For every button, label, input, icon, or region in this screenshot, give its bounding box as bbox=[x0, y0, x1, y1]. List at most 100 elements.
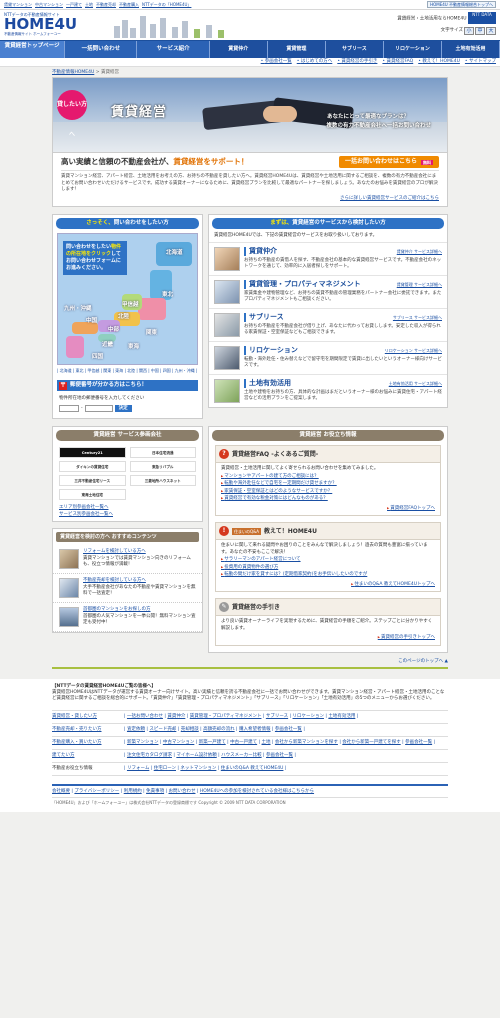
footer-link[interactable]: 土地 bbox=[262, 740, 271, 745]
footer-bottom-link[interactable]: お問い合わせ bbox=[168, 789, 195, 794]
topbar-link[interactable]: 土地 bbox=[85, 2, 93, 7]
member-logo[interactable]: 日本住宅流通 bbox=[129, 447, 196, 459]
footer-link[interactable]: 参画会社一覧 bbox=[405, 740, 432, 745]
topbar-link[interactable]: 不動産売却 bbox=[96, 2, 116, 7]
region-kinki[interactable]: 近畿 bbox=[102, 342, 113, 349]
nav-relocation[interactable]: リロケーション bbox=[383, 41, 442, 58]
nav-bulk-inquiry[interactable]: 一括問い合わせ bbox=[65, 41, 138, 58]
guide-more-link[interactable]: 賃貸経営の手引きトップへ bbox=[378, 635, 435, 640]
faq-link[interactable]: マンションやアパートの建て方のご相談には？ bbox=[221, 473, 435, 481]
service-name[interactable]: リロケーション bbox=[244, 345, 298, 355]
member-logo[interactable]: Century21 bbox=[59, 447, 126, 459]
service-detail-link[interactable]: 賃貸仲介 サービス詳細へ bbox=[397, 249, 442, 254]
content-item[interactable]: 不動産売却を検討している方へ 大手不動産会社があなたの不動産や賃貸マンションを無料… bbox=[53, 574, 202, 604]
footer-link[interactable]: 購入希望者情報 bbox=[239, 727, 271, 732]
home4u-top-link[interactable]: HOME4U 不動産情報総合トップへ bbox=[427, 1, 496, 8]
footer-link[interactable]: サブリース bbox=[266, 714, 288, 719]
footer-row-title[interactable]: 建てたい方 bbox=[52, 753, 124, 759]
footer-bottom-link[interactable]: 会社概要 bbox=[52, 789, 70, 794]
members-by-service-link[interactable]: サービス別参画会社一覧へ bbox=[59, 512, 196, 519]
font-size-small-button[interactable]: 小 bbox=[464, 27, 474, 35]
footer-row-title[interactable]: 賃貸経営・貸したい方 bbox=[52, 714, 124, 720]
footer-link[interactable]: 賃貸管理・プロパティマネジメント bbox=[190, 714, 262, 719]
footer-link[interactable]: 土地有効活用 bbox=[328, 714, 355, 719]
page-top-link[interactable]: このページのトップへ ▲ bbox=[52, 659, 448, 669]
member-logo[interactable]: 三井不動産住宅リース bbox=[59, 475, 126, 487]
service-detail-link[interactable]: 土地有効活用 サービス詳細へ bbox=[389, 381, 442, 386]
region-hokuriku[interactable]: 北陸 bbox=[118, 314, 129, 321]
footer-link[interactable]: 参画会社一覧 bbox=[266, 753, 293, 758]
region-koshinetsu[interactable]: 甲信越 bbox=[122, 302, 139, 309]
footer-link[interactable]: 高額売却の流れ bbox=[203, 727, 235, 732]
footer-row-title[interactable]: 不動産お役立ち情報 bbox=[52, 766, 124, 772]
faq-link[interactable]: 転勤や海外赴任などで自宅を一定期間だけ貸せますか？ bbox=[221, 480, 435, 488]
region-hokkaido[interactable]: 北海道 bbox=[166, 250, 183, 257]
nav-rental-brokerage[interactable]: 賃貸仲介 bbox=[209, 41, 268, 58]
subnav-members[interactable]: 参画会社一覧 bbox=[261, 59, 292, 65]
service-detail-link[interactable]: 賃貸管理 サービス詳細へ bbox=[397, 282, 442, 287]
qa-more-link[interactable]: 住まいのQ&A 教えてHOME4Uトップへ bbox=[351, 582, 435, 587]
member-logo[interactable]: 三菱地所ハウスネット bbox=[129, 475, 196, 487]
zip-code-first-input[interactable] bbox=[59, 405, 79, 413]
member-logo[interactable]: 東急リバブル bbox=[129, 461, 196, 473]
footer-link[interactable]: 注文住宅カタログ請求 bbox=[127, 753, 172, 758]
breadcrumb-home[interactable]: 不動産情報HOME4U bbox=[52, 70, 94, 75]
subnav-beginners[interactable]: はじめての方へ bbox=[297, 59, 333, 65]
footer-link[interactable]: 参画会社一覧 bbox=[275, 727, 302, 732]
logo[interactable]: NTTデータの不動産情報サイト HOME4U 不動産情報サイト ホームフォーユー bbox=[4, 12, 94, 36]
member-logo[interactable]: ダイキンの賃貸住宅 bbox=[59, 461, 126, 473]
footer-bottom-link[interactable]: 免責事項 bbox=[146, 789, 164, 794]
zip-code-second-input[interactable] bbox=[84, 405, 113, 413]
font-size-medium-button[interactable]: 中 bbox=[475, 27, 485, 35]
bulk-inquiry-button[interactable]: 一括お問い合わせはこちら 無料 bbox=[338, 156, 439, 168]
footer-link[interactable]: ネットマンション bbox=[180, 766, 216, 771]
faq-link[interactable]: 家賃保証・空室保証とはどのようなサービスですか？ bbox=[221, 488, 435, 496]
region-shikoku[interactable]: 四国 bbox=[92, 354, 103, 361]
topbar-link[interactable]: 中古マンション bbox=[35, 2, 63, 7]
service-name[interactable]: 賃貸管理・プロパティマネジメント bbox=[244, 279, 361, 289]
footer-row-title[interactable]: 不動産売却・売りたい方 bbox=[52, 727, 124, 733]
footer-link[interactable]: 中古一戸建て bbox=[230, 740, 257, 745]
footer-bottom-link[interactable]: 利用規約 bbox=[124, 789, 142, 794]
nav-sublease[interactable]: サブリース bbox=[325, 41, 384, 58]
service-detail-link[interactable]: リロケーション サービス詳細へ bbox=[385, 348, 442, 353]
footer-row-title[interactable]: 不動産購入・買いたい方 bbox=[52, 740, 124, 746]
faq-link[interactable]: 賃貸経営で有効な税金対策にはどんなものがある？ bbox=[221, 495, 435, 503]
subnav-qa[interactable]: 教えて！HOME4U bbox=[418, 59, 460, 65]
subnav-sitemap[interactable]: サイトマップ bbox=[465, 59, 496, 65]
footer-link[interactable]: マイホーム設計依頼 bbox=[176, 753, 216, 758]
topbar-link[interactable]: NTTデータの「HOME4U」 bbox=[142, 2, 191, 7]
footer-link[interactable]: 会社から新築マンションを探す bbox=[275, 740, 338, 745]
footer-link[interactable]: ハウスメーカー比較 bbox=[221, 753, 262, 758]
zip-submit-button[interactable]: 決定 bbox=[114, 404, 132, 413]
region-kyushu-okinawa[interactable]: 九州・沖縄 bbox=[64, 306, 92, 313]
footer-link[interactable]: 中古マンション bbox=[163, 740, 195, 745]
topbar-link[interactable]: 一戸建て bbox=[66, 2, 82, 7]
qa-link[interactable]: 投資用の賃貸物件の選び方 bbox=[221, 564, 435, 572]
region-chugoku[interactable]: 中国 bbox=[86, 318, 97, 325]
content-item[interactable]: リフォームを検討している方へ 賃貸マンションでは賃貸マンション向きのリフォームも、… bbox=[53, 545, 202, 575]
footer-bottom-link[interactable]: HOME4Uへの参加を検討されている会社様はこちらから bbox=[200, 789, 314, 794]
service-detail-link[interactable]: サブリース サービス詳細へ bbox=[393, 315, 442, 320]
nav-land-use[interactable]: 土地有効活用 bbox=[441, 41, 500, 58]
footer-link[interactable]: リフォーム bbox=[127, 766, 149, 771]
intro-more-link[interactable]: さらに詳しい賃貸経営サービスのご紹介はこちら bbox=[340, 196, 439, 201]
footer-link[interactable]: 一括お問い合わせ bbox=[127, 714, 163, 719]
footer-link[interactable]: リロケーション bbox=[293, 714, 324, 719]
topbar-link[interactable]: 不動産購入 bbox=[119, 2, 139, 7]
topbar-link[interactable]: 賃貸マンション bbox=[4, 2, 32, 7]
region-text-links[interactable]: | 北海道 | 東北 | 甲信越 | 関東 | 東海 | 北陸 | 関西 | 中… bbox=[53, 365, 202, 377]
footer-link[interactable]: スピード売却 bbox=[149, 727, 176, 732]
region-chubu[interactable]: 中部 bbox=[108, 327, 119, 334]
footer-link[interactable]: 賃貸仲介 bbox=[167, 714, 185, 719]
nav-service-intro[interactable]: サービス紹介 bbox=[137, 41, 210, 58]
qa-link[interactable]: 転勤の間だけ家を貸すには？(定期借家契約)をお手伝いしたいのですが bbox=[221, 571, 435, 579]
region-tokai[interactable]: 東海 bbox=[128, 344, 139, 351]
footer-bottom-link[interactable]: プライバシーポリシー bbox=[74, 789, 119, 794]
footer-link[interactable]: 新築一戸建て bbox=[199, 740, 226, 745]
footer-link[interactable]: 新築マンション bbox=[127, 740, 159, 745]
nav-rental-management[interactable]: 賃貸管理 bbox=[267, 41, 326, 58]
qa-link[interactable]: サラリーマンのアパート経営について bbox=[221, 556, 435, 564]
footer-link[interactable]: 査定依頼 bbox=[127, 727, 145, 732]
region-kanto[interactable]: 関東 bbox=[146, 330, 157, 337]
